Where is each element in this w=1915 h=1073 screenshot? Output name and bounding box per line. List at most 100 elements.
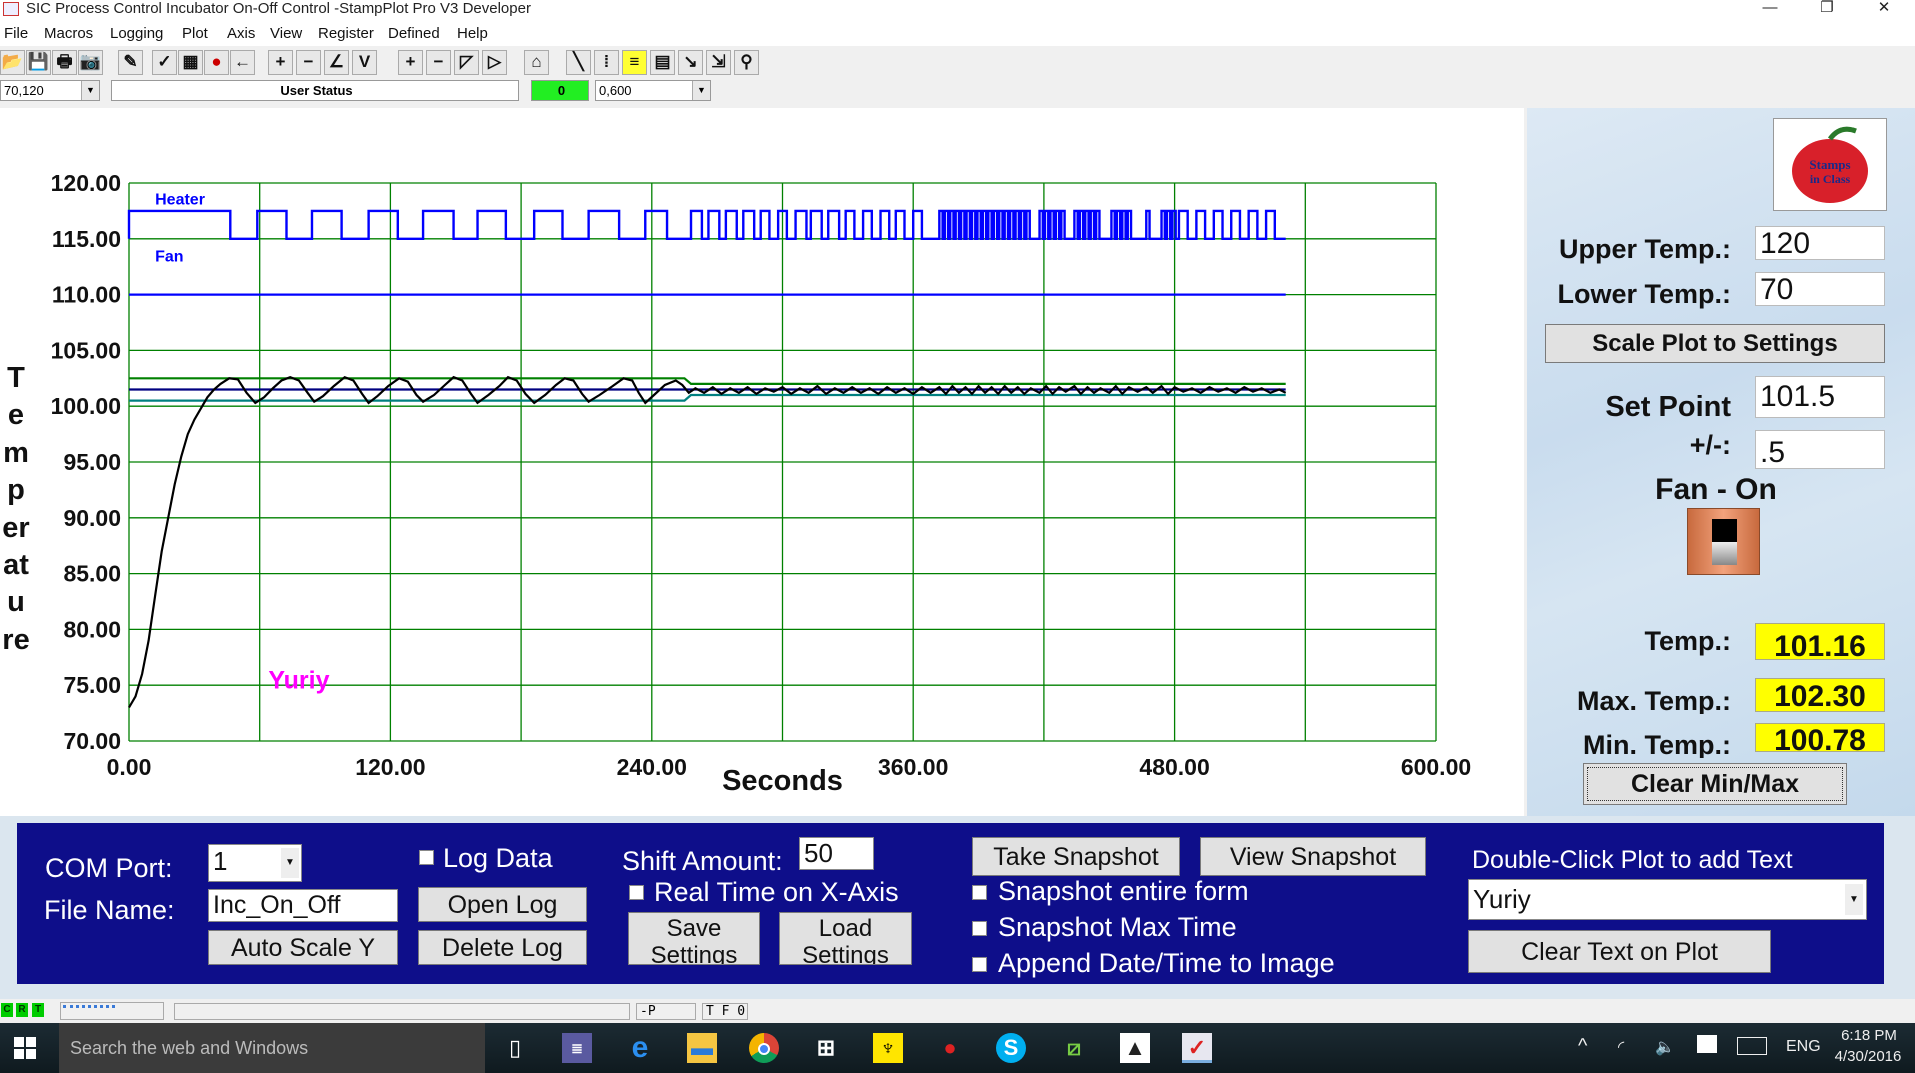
- edge-icon[interactable]: e: [625, 1033, 655, 1063]
- shift-amount-input[interactable]: 50: [799, 837, 874, 870]
- load-settings-button[interactable]: Load Settings: [779, 912, 912, 965]
- note-icon[interactable]: ≡: [622, 50, 647, 75]
- keyboard-icon[interactable]: [1737, 1037, 1767, 1055]
- take-snapshot-button[interactable]: Take Snapshot: [972, 837, 1180, 876]
- wand-icon[interactable]: ✎: [118, 50, 143, 75]
- menu-bar: File Macros Logging Plot Axis View Regis…: [0, 22, 1915, 46]
- print-icon[interactable]: 🖶: [52, 50, 77, 75]
- tolerance-input[interactable]: .5: [1755, 430, 1885, 469]
- menu-help[interactable]: Help: [457, 25, 488, 42]
- photos-icon[interactable]: ▲: [1120, 1033, 1150, 1063]
- plot-area[interactable]: 120.00 115.00 110.00 105.00 100.00 95.00 90.00…: [0, 108, 1524, 816]
- com-port-select[interactable]: 1 ▼: [208, 844, 302, 882]
- menu-register[interactable]: Register: [318, 25, 374, 42]
- file-name-label: File Name:: [44, 895, 175, 925]
- app-icon: [3, 2, 19, 16]
- close-button[interactable]: ✕: [1862, 0, 1906, 18]
- volume-icon[interactable]: 🔈: [1655, 1037, 1675, 1057]
- task-view-icon[interactable]: ▯: [500, 1033, 530, 1063]
- file-name-input[interactable]: Inc_On_Off: [208, 889, 398, 922]
- temp-label: Temp.:: [1644, 626, 1732, 656]
- clock-date[interactable]: 4/30/2016: [1828, 1048, 1908, 1065]
- taskbar-search[interactable]: Search the web and Windows: [59, 1023, 485, 1073]
- snapshot-max-time-checkbox[interactable]: [972, 921, 987, 936]
- fan-toggle-switch[interactable]: [1687, 508, 1760, 575]
- log-data-checkbox[interactable]: [419, 850, 434, 865]
- save-settings-button[interactable]: Save Settings: [628, 912, 760, 965]
- x-range-combo[interactable]: 0,600 ▼: [595, 80, 711, 101]
- box-v-icon[interactable]: V: [352, 50, 377, 75]
- minus-icon[interactable]: −: [426, 50, 451, 75]
- open-icon[interactable]: 📂: [0, 50, 25, 75]
- box-right-icon[interactable]: ▷: [482, 50, 507, 75]
- menu-file[interactable]: File: [4, 25, 28, 42]
- back-arrow-icon[interactable]: ←: [230, 50, 255, 75]
- delete-log-button[interactable]: Delete Log: [418, 930, 587, 965]
- store-icon[interactable]: ⊞: [811, 1033, 841, 1063]
- menu-logging[interactable]: Logging: [110, 25, 163, 42]
- plus-icon[interactable]: +: [398, 50, 423, 75]
- chrome-icon[interactable]: [749, 1033, 779, 1063]
- menu-plot[interactable]: Plot: [182, 25, 208, 42]
- chevron-down-icon[interactable]: ▼: [81, 81, 99, 100]
- plot-text-combo[interactable]: Yuriy ▼: [1468, 879, 1867, 920]
- action-center-icon[interactable]: [1697, 1035, 1717, 1053]
- windows-start-icon[interactable]: [14, 1037, 36, 1059]
- markers-icon[interactable]: ⁞: [594, 50, 619, 75]
- camera-icon[interactable]: 📷: [78, 50, 103, 75]
- open-log-button[interactable]: Open Log: [418, 887, 587, 922]
- stampplot-icon[interactable]: ✓: [1182, 1033, 1212, 1063]
- append-date-checkbox[interactable]: [972, 957, 987, 972]
- view-snapshot-button[interactable]: View Snapshot: [1200, 837, 1426, 876]
- plot-tools-icon[interactable]: ✓: [152, 50, 177, 75]
- lower-temp-label: Lower Temp.:: [1557, 279, 1731, 309]
- red-app-icon[interactable]: ●: [935, 1033, 965, 1063]
- menu-view[interactable]: View: [270, 25, 302, 42]
- lower-temp-input[interactable]: 70: [1755, 272, 1885, 306]
- y-tick-label: 90.00: [63, 505, 121, 531]
- clipboard-icon[interactable]: ▤: [650, 50, 675, 75]
- save-icon[interactable]: 💾: [26, 50, 51, 75]
- clock-time[interactable]: 6:18 PM: [1834, 1027, 1904, 1044]
- data-view-icon[interactable]: ▦: [178, 50, 203, 75]
- skype-icon[interactable]: S: [996, 1033, 1026, 1063]
- snapshot-entire-form-checkbox[interactable]: [972, 885, 987, 900]
- app-stamp-icon[interactable]: ≣: [562, 1033, 592, 1063]
- chevron-down-icon[interactable]: ▼: [1845, 884, 1863, 915]
- plot-window-icon[interactable]: ⌂: [524, 50, 549, 75]
- menu-axis[interactable]: Axis: [227, 25, 255, 42]
- clear-min-max-button[interactable]: Clear Min/Max: [1583, 763, 1847, 805]
- chevron-down-icon[interactable]: ▼: [692, 81, 710, 100]
- show-hidden-icons[interactable]: ^: [1578, 1035, 1587, 1058]
- yellow-app-icon[interactable]: ♆: [873, 1033, 903, 1063]
- y-range-combo[interactable]: 70,120 ▼: [0, 80, 100, 101]
- wrench-icon[interactable]: ⚲: [734, 50, 759, 75]
- probe-icon[interactable]: ↘: [678, 50, 703, 75]
- minus-icon[interactable]: −: [296, 50, 321, 75]
- box-icon[interactable]: ◸: [454, 50, 479, 75]
- menu-defined[interactable]: Defined: [388, 25, 440, 42]
- circuit-app-icon[interactable]: ⧄: [1059, 1033, 1089, 1063]
- restore-button[interactable]: ❐: [1805, 0, 1849, 18]
- scale-plot-button[interactable]: Scale Plot to Settings: [1545, 324, 1885, 363]
- pen-icon[interactable]: ╲: [566, 50, 591, 75]
- wifi-icon[interactable]: ◜: [1618, 1037, 1624, 1057]
- c-indicator: C: [1, 1003, 13, 1017]
- set-point-input[interactable]: 101.5: [1755, 376, 1885, 418]
- clear-text-button[interactable]: Clear Text on Plot: [1468, 930, 1771, 973]
- box-slash-icon[interactable]: ∠: [324, 50, 349, 75]
- language-indicator[interactable]: ENG: [1786, 1038, 1821, 1056]
- zoom-arrow-icon[interactable]: ⇲: [706, 50, 731, 75]
- chevron-down-icon[interactable]: ▼: [281, 848, 299, 878]
- temperature-chart[interactable]: 120.00 115.00 110.00 105.00 100.00 95.00 90.00…: [0, 108, 1524, 816]
- file-explorer-icon[interactable]: ▬: [687, 1033, 717, 1063]
- upper-temp-input[interactable]: 120: [1755, 226, 1885, 260]
- y-axis-label: Temperature: [2, 362, 30, 656]
- plus-icon[interactable]: +: [268, 50, 293, 75]
- stop-icon[interactable]: ●: [204, 50, 229, 75]
- menu-macros[interactable]: Macros: [44, 25, 93, 42]
- real-time-checkbox[interactable]: [629, 885, 644, 900]
- minimize-button[interactable]: —: [1748, 0, 1792, 18]
- temperature-series-line: [128, 375, 1287, 709]
- auto-scale-y-button[interactable]: Auto Scale Y: [208, 930, 398, 965]
